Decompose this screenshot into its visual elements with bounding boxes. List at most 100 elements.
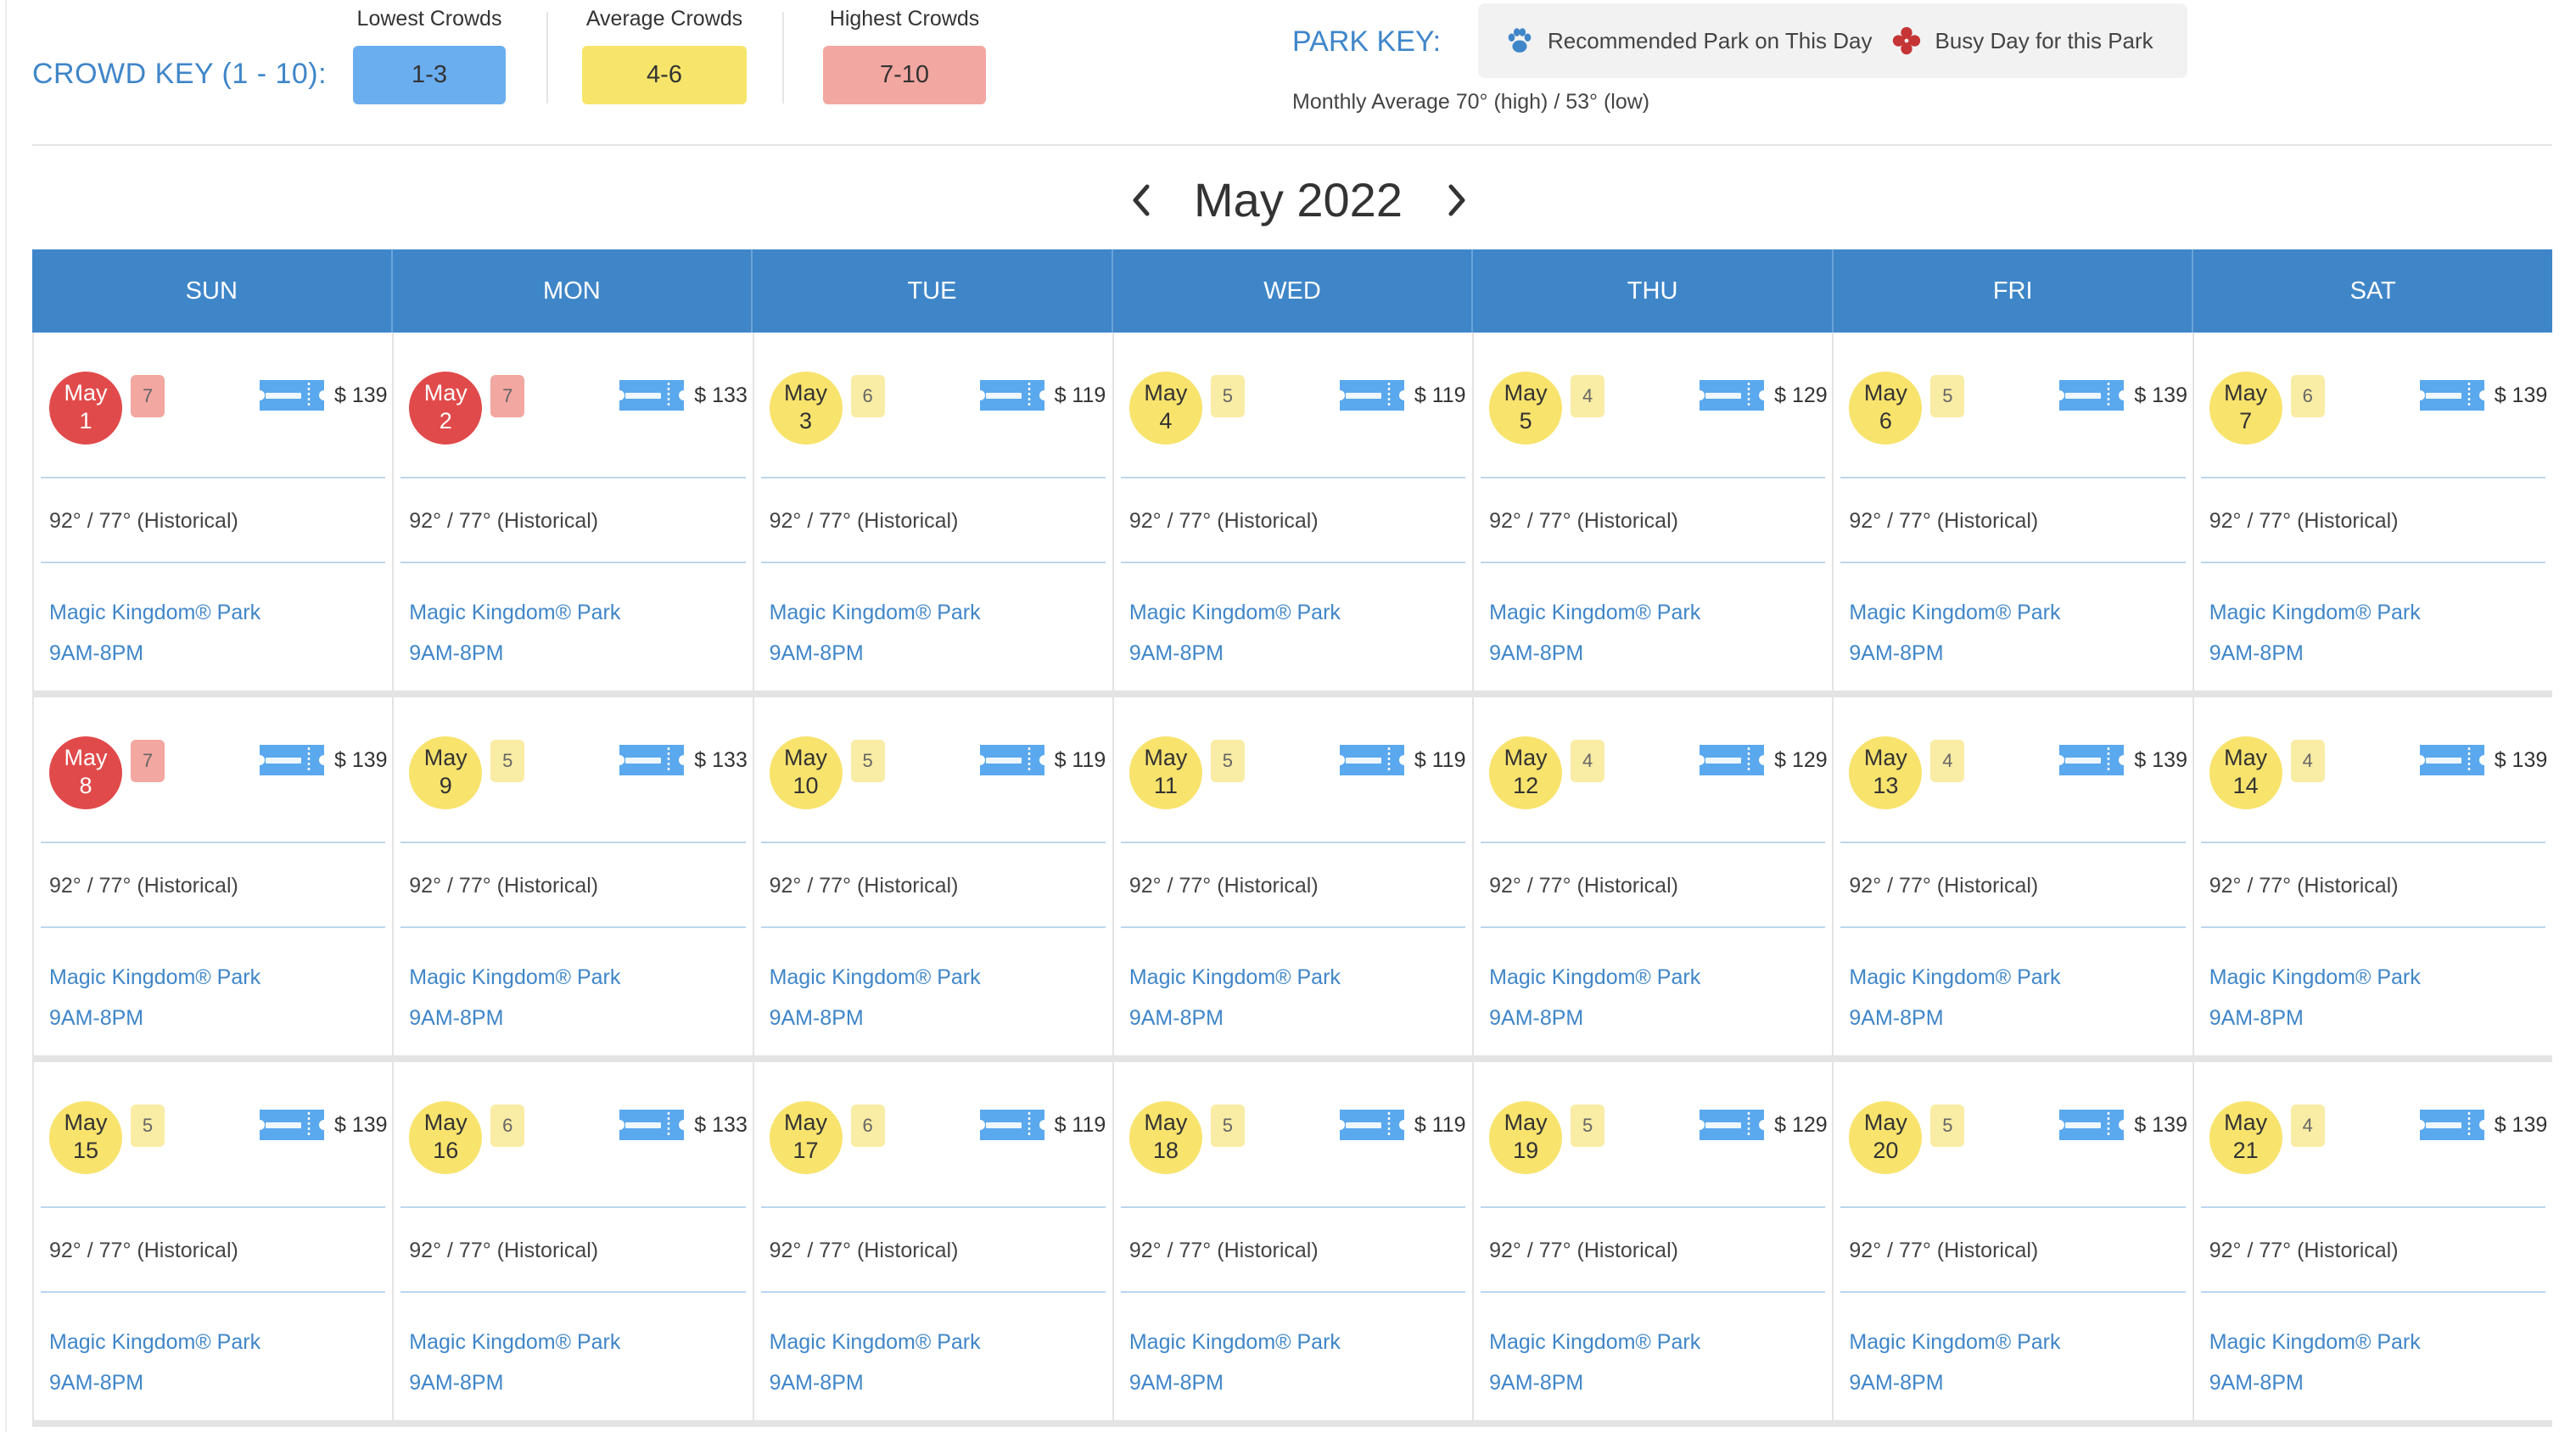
ticket-price: $ 129	[1774, 1113, 1828, 1137]
weekday-thu: THU	[1473, 249, 1834, 333]
crowd-level-badge: 5	[1930, 1105, 1965, 1147]
ticket-price: $ 139	[334, 383, 388, 407]
calendar-day[interactable]: May 18 5 $ 119 92° / 77° (Historical) Magic K…	[1114, 1062, 1475, 1420]
ticket-icon[interactable]	[2056, 377, 2127, 414]
ticket-icon[interactable]	[977, 741, 1048, 779]
ticket-icon[interactable]	[616, 1106, 687, 1144]
cell-divider	[1120, 562, 1466, 563]
ticket-icon[interactable]	[2416, 377, 2488, 414]
weekday-fri: FRI	[1834, 249, 2194, 333]
calendar-day[interactable]: May 17 6 $ 119 92° / 77° (Historical) Magic K…	[754, 1062, 1114, 1420]
date-circle: May 16	[409, 1101, 483, 1174]
date-month: May	[1504, 1110, 1548, 1135]
calendar-day[interactable]: May 20 5 $ 139 92° / 77° (Historical) Magic K…	[1834, 1062, 2194, 1420]
date-month: May	[2224, 380, 2268, 406]
park-link[interactable]: Magic Kingdom® Park	[1489, 1325, 1700, 1359]
ticket-icon[interactable]	[256, 1106, 328, 1144]
park-link[interactable]: Magic Kingdom® Park	[1489, 960, 1700, 994]
ticket-icon[interactable]	[256, 741, 328, 779]
park-link[interactable]: Magic Kingdom® Park	[2209, 596, 2421, 629]
park-link[interactable]: Magic Kingdom® Park	[49, 1325, 260, 1359]
chevron-right-icon[interactable]	[1434, 178, 1478, 222]
park-link[interactable]: Magic Kingdom® Park	[2209, 1325, 2421, 1359]
park-link[interactable]: Magic Kingdom® Park	[1129, 596, 1341, 629]
ticket-icon[interactable]	[2056, 1106, 2127, 1144]
date-month: May	[1863, 1110, 1907, 1135]
calendar-day[interactable]: May 15 5 $ 139 92° / 77° (Historical) Magic K…	[32, 1062, 395, 1420]
date-day: 20	[1873, 1138, 1899, 1163]
crowd-level-badge: 5	[1210, 375, 1245, 417]
ticket-icon[interactable]	[1696, 377, 1767, 414]
ticket-price: $ 139	[2134, 383, 2187, 407]
ticket-icon[interactable]	[616, 741, 687, 779]
ticket-icon[interactable]	[2056, 741, 2127, 779]
calendar-day[interactable]: May 10 5 $ 119 92° / 77° (Historical) Magic K…	[754, 697, 1114, 1055]
park-link[interactable]: Magic Kingdom® Park	[1849, 596, 2060, 629]
date-circle: May 10	[769, 736, 843, 809]
calendar-day[interactable]: May 3 6 $ 119 92° / 77° (Historical) Magic Ki…	[754, 333, 1114, 691]
ticket-icon[interactable]	[1336, 741, 1408, 779]
crowd-level-badge: 5	[850, 740, 885, 782]
calendar-day[interactable]: May 12 4 $ 129 92° / 77° (Historical) Magic K…	[1474, 697, 1834, 1055]
cell-divider	[1120, 1291, 1466, 1293]
ticket-icon[interactable]	[1696, 741, 1767, 779]
park-hours: 9AM-8PM	[769, 1006, 864, 1030]
ticket-icon[interactable]	[616, 377, 687, 414]
calendar-day[interactable]: May 6 5 $ 139 92° / 77° (Historical) Magic Ki…	[1834, 333, 2194, 691]
ticket-icon[interactable]	[1696, 1106, 1767, 1144]
crowd-level-badge: 5	[490, 740, 525, 782]
chevron-left-icon[interactable]	[1120, 178, 1164, 222]
calendar-day[interactable]: May 11 5 $ 119 92° / 77° (Historical) Magic K…	[1114, 697, 1475, 1055]
ticket-icon[interactable]	[1336, 377, 1408, 414]
ticket-price: $ 139	[2494, 1113, 2548, 1137]
calendar-week: May 8 7 $ 139 92° / 77° (Historical) Magic Ki…	[32, 697, 2552, 1055]
ticket-icon[interactable]	[977, 377, 1048, 414]
ticket-icon[interactable]	[1336, 1106, 1408, 1144]
calendar-day[interactable]: May 13 4 $ 139 92° / 77° (Historical) Magic K…	[1834, 697, 2194, 1055]
park-link[interactable]: Magic Kingdom® Park	[49, 596, 260, 629]
calendar-day[interactable]: May 4 5 $ 119 92° / 77° (Historical) Magic Ki…	[1114, 333, 1475, 691]
calendar-day[interactable]: May 2 7 $ 133 92° / 77° (Historical) Magic Ki…	[394, 333, 754, 691]
ticket-icon[interactable]	[2416, 741, 2488, 779]
calendar-day[interactable]: May 14 4 $ 139 92° / 77° (Historical) Magic K…	[2194, 697, 2552, 1055]
calendar-day[interactable]: May 8 7 $ 139 92° / 77° (Historical) Magic Ki…	[32, 697, 395, 1055]
park-link[interactable]: Magic Kingdom® Park	[770, 960, 981, 994]
cell-divider	[760, 842, 1106, 843]
park-link[interactable]: Magic Kingdom® Park	[1129, 960, 1341, 994]
park-link[interactable]: Magic Kingdom® Park	[1849, 1325, 2060, 1359]
park-link[interactable]: Magic Kingdom® Park	[770, 596, 981, 629]
park-hours: 9AM-8PM	[1849, 1371, 1944, 1395]
park-link[interactable]: Magic Kingdom® Park	[1849, 960, 2060, 994]
calendar-day[interactable]: May 16 6 $ 133 92° / 77° (Historical) Magic K…	[394, 1062, 754, 1420]
cell-divider	[41, 926, 386, 928]
date-month: May	[2224, 745, 2268, 770]
crowd-key-high-badge: 7-10	[823, 46, 986, 104]
calendar-day[interactable]: May 19 5 $ 129 92° / 77° (Historical) Magic K…	[1474, 1062, 1834, 1420]
park-link[interactable]: Magic Kingdom® Park	[49, 960, 260, 994]
ticket-price: $ 139	[2134, 748, 2187, 772]
calendar-day[interactable]: May 21 4 $ 139 92° / 77° (Historical) Magic K…	[2194, 1062, 2552, 1420]
crowd-key-average-badge: 4-6	[582, 46, 747, 104]
park-link[interactable]: Magic Kingdom® Park	[1129, 1325, 1341, 1359]
date-day: 4	[1159, 408, 1173, 434]
ticket-icon[interactable]	[977, 1106, 1048, 1144]
cell-divider	[1120, 477, 1466, 478]
calendar-day[interactable]: May 1 7 $ 139 92° / 77° (Historical) Magic Ki…	[32, 333, 395, 691]
weekday-mon: MON	[393, 249, 753, 333]
park-link[interactable]: Magic Kingdom® Park	[2209, 960, 2421, 994]
page-edge	[5, 0, 7, 1432]
ticket-icon[interactable]	[2416, 1106, 2488, 1144]
park-hours: 9AM-8PM	[2209, 641, 2304, 665]
calendar-day[interactable]: May 5 4 $ 129 92° / 77° (Historical) Magic Ki…	[1474, 333, 1834, 691]
park-link[interactable]: Magic Kingdom® Park	[409, 596, 620, 629]
calendar-day[interactable]: May 9 5 $ 133 92° / 77° (Historical) Magic Ki…	[394, 697, 754, 1055]
park-link[interactable]: Magic Kingdom® Park	[409, 1325, 620, 1359]
calendar-day[interactable]: May 7 6 $ 139 92° / 77° (Historical) Magic Ki…	[2194, 333, 2552, 691]
park-link[interactable]: Magic Kingdom® Park	[770, 1325, 981, 1359]
park-link[interactable]: Magic Kingdom® Park	[1489, 596, 1700, 629]
ticket-icon[interactable]	[256, 377, 328, 414]
cell-divider	[1481, 1206, 1826, 1208]
park-link[interactable]: Magic Kingdom® Park	[409, 960, 620, 994]
ticket-price: $ 139	[2494, 748, 2548, 772]
date-day: 1	[79, 408, 92, 434]
